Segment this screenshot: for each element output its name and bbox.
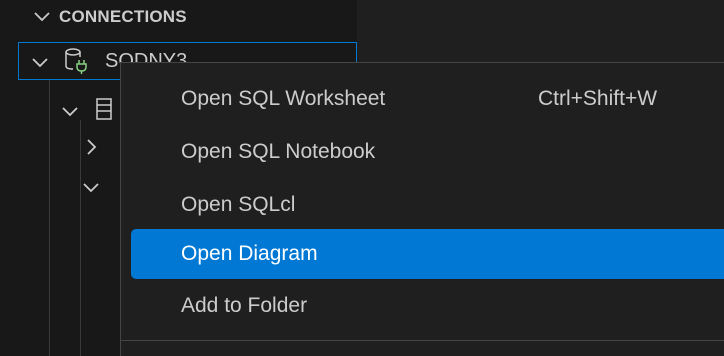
chevron-down-icon[interactable] bbox=[30, 52, 50, 72]
menu-item-label: Open SQL Notebook bbox=[181, 140, 376, 163]
chevron-down-icon[interactable] bbox=[60, 101, 80, 121]
menu-item-add-to-folder[interactable]: Add to Folder bbox=[131, 281, 724, 331]
schema-icon bbox=[96, 98, 112, 120]
menu-item-shortcut: Ctrl+Shift+W bbox=[538, 87, 658, 110]
menu-item-open-sqlcl[interactable]: Open SQLcl bbox=[131, 180, 724, 230]
connections-section-header[interactable]: CONNECTIONS bbox=[0, 0, 357, 38]
menu-item-label: Open SQL Worksheet bbox=[181, 87, 386, 110]
menu-item-open-diagram[interactable]: Open Diagram bbox=[131, 229, 724, 279]
menu-item-label: Open SQLcl bbox=[181, 193, 296, 216]
menu-item-open-sql-worksheet[interactable]: Open SQL Worksheet Ctrl+Shift+W bbox=[131, 74, 724, 124]
chevron-down-icon[interactable] bbox=[32, 6, 52, 26]
section-title: CONNECTIONS bbox=[59, 7, 187, 26]
chevron-right-icon[interactable] bbox=[81, 137, 101, 157]
app-window: CONNECTIONS SQDNY3 Open SQL Worksheet Ct… bbox=[0, 0, 724, 356]
chevron-down-icon[interactable] bbox=[81, 177, 101, 197]
context-menu: Open SQL Worksheet Ctrl+Shift+W Open SQL… bbox=[120, 62, 724, 356]
menu-item-open-sql-notebook[interactable]: Open SQL Notebook bbox=[131, 127, 724, 177]
menu-item-label: Open Diagram bbox=[181, 242, 318, 265]
menu-item-label: Add to Folder bbox=[181, 294, 308, 317]
database-plug-icon bbox=[65, 48, 87, 74]
menu-separator bbox=[121, 340, 724, 341]
